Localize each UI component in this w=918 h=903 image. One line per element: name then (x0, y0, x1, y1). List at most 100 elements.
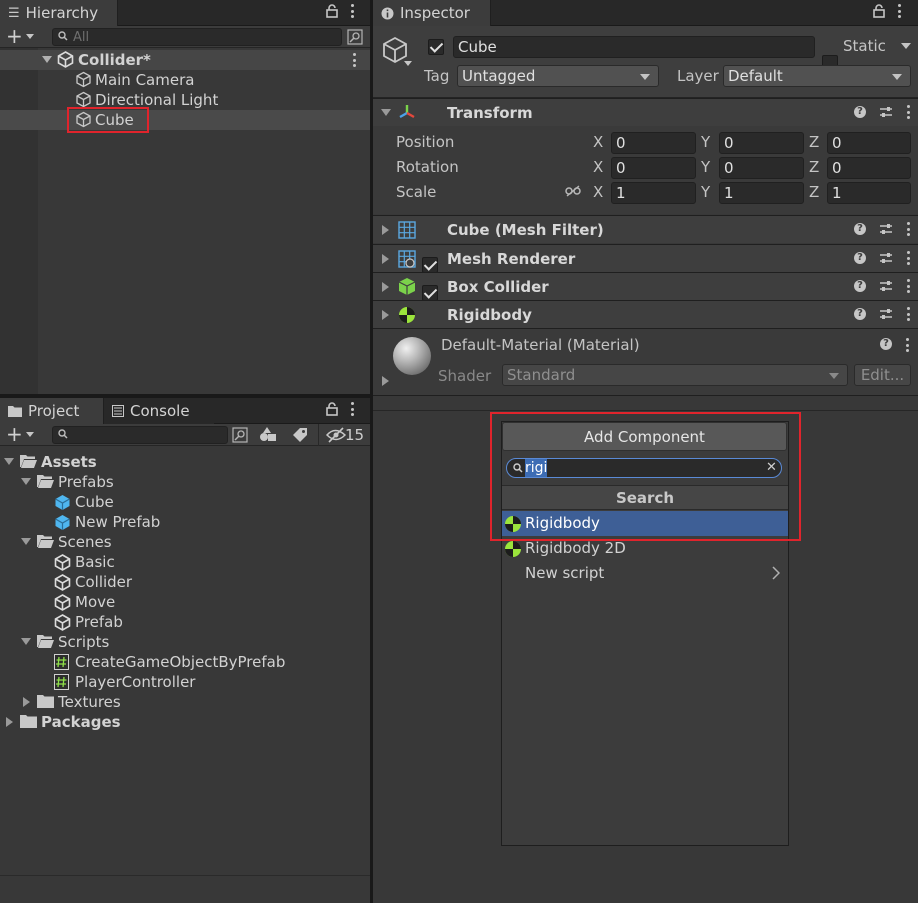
project-tree-item[interactable]: Collider (0, 572, 370, 592)
shader-dropdown[interactable]: Standard (502, 364, 848, 386)
fold-open-icon[interactable] (21, 638, 31, 645)
lock-icon[interactable] (326, 4, 338, 18)
hidden-eye-icon[interactable] (326, 427, 346, 443)
tab-inspector[interactable]: Inspector (373, 0, 491, 26)
presets-icon[interactable] (879, 307, 893, 321)
fold-closed-icon[interactable] (6, 717, 13, 727)
scene-row[interactable]: Collider* (0, 50, 370, 70)
project-search-input[interactable] (52, 426, 228, 444)
lock-icon[interactable] (326, 402, 338, 416)
tag-dropdown[interactable]: Untagged (457, 65, 659, 87)
project-tree-item[interactable]: Packages (0, 712, 370, 732)
transform-header[interactable]: Transform ? (373, 98, 918, 126)
presets-icon[interactable] (879, 251, 893, 265)
axis-label-x[interactable]: X (593, 133, 603, 151)
fold-open-icon[interactable] (42, 56, 52, 63)
fold-closed-icon[interactable] (382, 225, 389, 235)
project-tree-item[interactable]: Basic (0, 552, 370, 572)
more-options-icon[interactable] (897, 4, 901, 18)
component-more-icon[interactable] (906, 222, 910, 236)
project-tree-item[interactable]: PlayerController (0, 672, 370, 692)
project-tree-item[interactable]: New Prefab (0, 512, 370, 532)
static-dropdown-icon[interactable] (901, 43, 911, 49)
scale-y-field[interactable]: 1 (719, 182, 804, 204)
mesh-renderer-header[interactable]: Mesh Renderer ? (373, 244, 918, 273)
position-y-field[interactable]: 0 (719, 132, 804, 154)
fold-closed-icon[interactable] (382, 310, 389, 320)
box-collider-enabled-checkbox[interactable] (422, 284, 438, 301)
active-checkbox[interactable] (428, 39, 444, 55)
mesh-renderer-enabled-checkbox[interactable] (422, 256, 438, 273)
lock-icon[interactable] (873, 4, 885, 18)
fold-closed-icon[interactable] (382, 376, 389, 386)
help-icon[interactable]: ? (854, 280, 866, 292)
axis-label-x[interactable]: X (593, 183, 603, 201)
project-tree-item[interactable]: Move (0, 592, 370, 612)
hierarchy-item-selected[interactable]: Cube (0, 110, 370, 130)
fold-open-icon[interactable] (21, 478, 31, 485)
box-collider-header[interactable]: Box Collider ? (373, 272, 918, 301)
material-more-icon[interactable] (905, 338, 909, 352)
fold-closed-icon[interactable] (382, 282, 389, 292)
component-more-icon[interactable] (906, 251, 910, 265)
result-item-new-script[interactable]: New script (502, 562, 788, 586)
layer-dropdown[interactable]: Default (723, 65, 911, 87)
unlink-scale-icon[interactable] (565, 185, 581, 197)
fold-closed-icon[interactable] (23, 697, 30, 707)
material-preview-sphere[interactable] (393, 337, 431, 375)
fold-open-icon[interactable] (381, 109, 391, 116)
help-icon[interactable]: ? (854, 223, 866, 235)
scene-more-icon[interactable] (352, 53, 356, 67)
help-icon[interactable]: ? (854, 252, 866, 264)
axis-label-z[interactable]: Z (809, 133, 819, 151)
fold-closed-icon[interactable] (382, 254, 389, 264)
hierarchy-item[interactable]: Main Camera (0, 70, 370, 90)
project-tree-item[interactable]: Prefabs (0, 472, 370, 492)
axis-label-z[interactable]: Z (809, 183, 819, 201)
fold-open-icon[interactable] (4, 458, 14, 465)
component-more-icon[interactable] (906, 307, 910, 321)
presets-icon[interactable] (879, 279, 893, 293)
help-icon[interactable]: ? (854, 308, 866, 320)
tab-project[interactable]: Project (0, 398, 104, 424)
shader-edit-button[interactable]: Edit... (854, 364, 911, 386)
rotation-x-field[interactable]: 0 (611, 157, 696, 179)
axis-label-y[interactable]: Y (701, 183, 710, 201)
hierarchy-search-input[interactable]: All (52, 28, 342, 46)
presets-icon[interactable] (879, 222, 893, 236)
scale-x-field[interactable]: 1 (611, 182, 696, 204)
scene-search-icon[interactable] (232, 427, 248, 443)
axis-label-y[interactable]: Y (701, 158, 710, 176)
tab-console[interactable]: Console (104, 398, 214, 424)
tab-hierarchy[interactable]: ☰ Hierarchy (0, 0, 118, 26)
position-x-field[interactable]: 0 (611, 132, 696, 154)
add-icon[interactable]: + (6, 26, 23, 46)
add-icon[interactable]: + (6, 424, 23, 444)
project-tree-item[interactable]: Scripts (0, 632, 370, 652)
tag-icon[interactable] (292, 427, 308, 443)
more-options-icon[interactable] (350, 4, 354, 18)
rotation-z-field[interactable]: 0 (827, 157, 911, 179)
rotation-y-field[interactable]: 0 (719, 157, 804, 179)
filter-by-type-icon[interactable] (259, 426, 277, 442)
component-more-icon[interactable] (906, 105, 910, 119)
axis-label-y[interactable]: Y (701, 133, 710, 151)
rigidbody-header[interactable]: Rigidbody ? (373, 300, 918, 328)
project-tree-item[interactable]: Prefab (0, 612, 370, 632)
help-icon[interactable]: ? (880, 338, 892, 350)
chevron-down-icon[interactable] (26, 34, 34, 39)
scene-search-icon[interactable] (347, 29, 363, 45)
project-tree-item[interactable]: Textures (0, 692, 370, 712)
hierarchy-item[interactable]: Directional Light (0, 90, 370, 110)
project-tree-item[interactable]: CreateGameObjectByPrefab (0, 652, 370, 672)
scale-z-field[interactable]: 1 (827, 182, 911, 204)
project-tree-item[interactable]: Cube (0, 492, 370, 512)
axis-label-x[interactable]: X (593, 158, 603, 176)
help-icon[interactable]: ? (854, 106, 866, 118)
gameobject-large-icon[interactable] (381, 36, 409, 64)
position-z-field[interactable]: 0 (827, 132, 911, 154)
fold-open-icon[interactable] (21, 538, 31, 545)
project-tree-item[interactable]: Scenes (0, 532, 370, 552)
component-more-icon[interactable] (906, 279, 910, 293)
presets-icon[interactable] (879, 105, 893, 119)
